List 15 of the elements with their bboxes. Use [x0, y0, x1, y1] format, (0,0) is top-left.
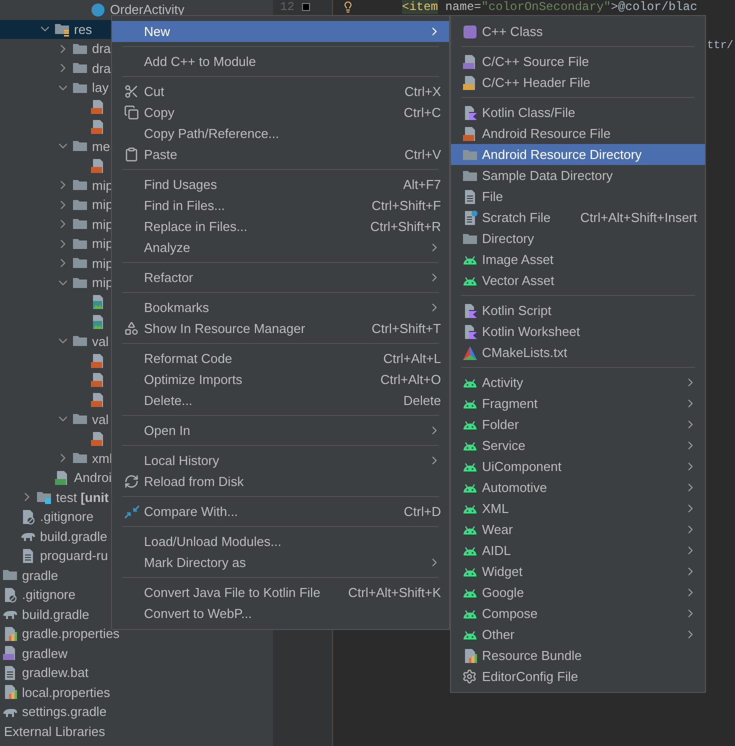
shortcut-text: Ctrl+Alt+L: [382, 350, 441, 368]
shortcut-text: Alt+F7: [402, 176, 441, 194]
shortcut-text: Ctrl+Alt+Shift+K: [347, 584, 441, 602]
shortcut-text: Ctrl+Shift+R: [369, 218, 441, 236]
shortcut-text: Ctrl+V: [404, 146, 441, 164]
shortcut-text: Ctrl+C: [402, 104, 441, 122]
shortcut-text: Ctrl+Alt+Shift+Insert: [579, 208, 697, 227]
shortcut-text: Ctrl+X: [404, 82, 441, 101]
code-line: <item name="colorOnSecondary">@color/blac: [402, 0, 698, 14]
shortcut-text: Ctrl+D: [402, 502, 441, 521]
shortcut-text: Ctrl+Shift+F: [370, 196, 441, 215]
shortcut-text: Ctrl+Shift+T: [370, 320, 441, 338]
shortcut-text: Delete: [402, 392, 441, 410]
shortcut-text: Ctrl+Alt+O: [379, 370, 441, 389]
code-text: ttr/: [707, 39, 734, 54]
